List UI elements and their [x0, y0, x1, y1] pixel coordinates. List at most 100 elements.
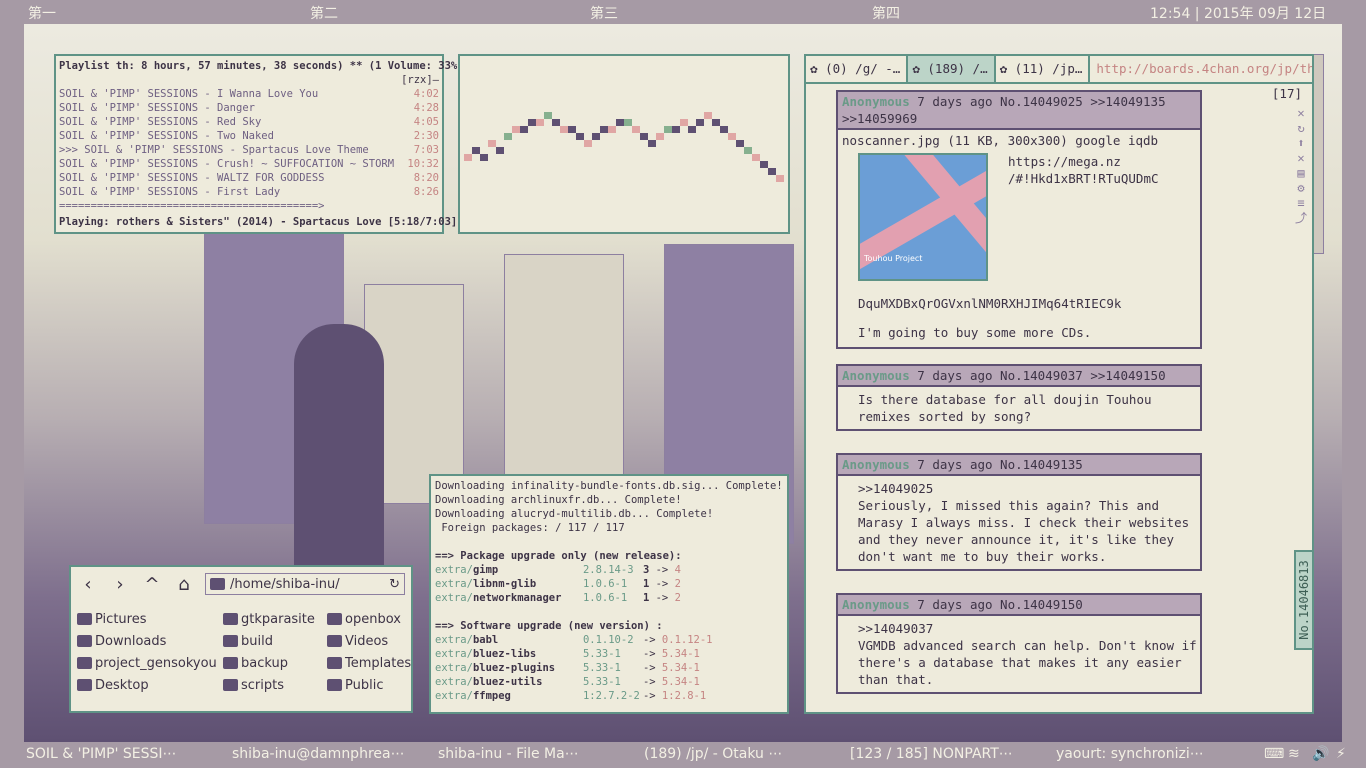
- visualizer-bar: [624, 119, 632, 126]
- arrow: ->: [655, 578, 669, 590]
- new-version: 2: [674, 578, 681, 590]
- old-version: 1.0.6-1: [582, 578, 628, 590]
- folder-item[interactable]: gtkparasite: [223, 609, 315, 629]
- workspace-3[interactable]: 第三: [590, 3, 618, 23]
- playlist-header: Playlist th: 8 hours, 57 minutes, 38 sec…: [59, 60, 458, 72]
- old-version: 1.0.6-1: [582, 592, 628, 604]
- taskbar-item[interactable]: shiba-inu@damnphrea⋯: [232, 746, 405, 762]
- folder-item[interactable]: project_gensokyou: [77, 653, 217, 673]
- folder-item[interactable]: Downloads: [77, 631, 166, 651]
- wifi-icon[interactable]: ≋: [1288, 746, 1300, 762]
- visualizer-bar: [728, 133, 736, 140]
- folder-item[interactable]: build: [223, 631, 273, 651]
- post-meta[interactable]: 7 days ago No.14049025 >>14049135: [917, 94, 1165, 109]
- visualizer-bar: [696, 119, 704, 126]
- folder-icon: [77, 657, 92, 669]
- visualizer-bar: [680, 119, 688, 126]
- track-title: >>> SOIL & 'PIMP' SESSIONS - Spartacus L…: [59, 144, 369, 156]
- visualizer-bar: [552, 119, 560, 126]
- visualizer-bar: [512, 126, 520, 133]
- tab-g[interactable]: ✿ (0) /g/ -…: [806, 56, 909, 82]
- folder-item[interactable]: Desktop: [77, 675, 149, 695]
- playlist-item[interactable]: SOIL & 'PIMP' SESSIONS - Danger 4:28: [59, 101, 439, 115]
- reload-icon[interactable]: ↻: [389, 577, 400, 592]
- playlist-item[interactable]: SOIL & 'PIMP' SESSIONS - Two Naked 2:30: [59, 129, 439, 143]
- forward-icon[interactable]: ›: [109, 574, 131, 595]
- backlink[interactable]: >>14059969: [842, 111, 917, 126]
- visualizer-bar: [632, 126, 640, 133]
- thumbnail-caption: Touhou Project: [864, 254, 923, 263]
- power-icon[interactable]: ⚡: [1336, 746, 1346, 762]
- folder-item[interactable]: Templates: [327, 653, 411, 673]
- folder-icon: [327, 613, 342, 625]
- folder-item[interactable]: Videos: [327, 631, 388, 651]
- folder-item[interactable]: openbox: [327, 609, 401, 629]
- tab-jp[interactable]: ✿ (11) /jp…: [996, 56, 1091, 82]
- home-icon[interactable]: ⌂: [173, 574, 195, 595]
- post-meta[interactable]: 7 days ago No.14049135: [917, 457, 1083, 472]
- repo-name: extra/: [435, 564, 473, 576]
- visualizer-bar: [712, 119, 720, 126]
- taskbar-item[interactable]: SOIL & 'PIMP' SESSI⋯: [26, 746, 177, 762]
- workspace-2[interactable]: 第二: [310, 3, 338, 23]
- new-version: 4: [674, 564, 681, 576]
- music-player-window[interactable]: Playlist th: 8 hours, 57 minutes, 38 sec…: [54, 54, 457, 234]
- workspace-4[interactable]: 第四: [872, 3, 900, 23]
- browser-window[interactable]: ✿ (0) /g/ -… ✿ (189) /… ✿ (11) /jp… http…: [804, 54, 1314, 714]
- thumbnail-image[interactable]: Touhou Project: [858, 153, 988, 281]
- taskbar-item[interactable]: yaourt: synchronizi⋯: [1056, 746, 1204, 762]
- new-version: 2: [674, 592, 681, 604]
- folder-label: backup: [241, 655, 288, 671]
- file-manager-window[interactable]: ‹ › ^ ⌂ /home/shiba-inu/ ↻ Pictures Downlo…: [69, 565, 413, 713]
- track-duration: 2:30: [413, 130, 439, 142]
- visualizer-bar: [656, 133, 664, 140]
- visualizer-bar: [504, 133, 512, 140]
- track-duration: 4:02: [413, 88, 439, 100]
- terminal-window[interactable]: Downloading infinality-bundle-fonts.db.s…: [429, 474, 789, 714]
- old-version: 5.33-1: [582, 648, 621, 660]
- taskbar-item[interactable]: (189) /jp/ - Otaku ⋯: [644, 746, 782, 762]
- folder-item[interactable]: backup: [223, 653, 288, 673]
- playlist-item[interactable]: SOIL & 'PIMP' SESSIONS - First Lady 8:26: [59, 185, 439, 199]
- post-body: >>14049037 VGMDB advanced search can hel…: [858, 621, 1197, 687]
- folder-icon: [223, 657, 238, 669]
- up-icon[interactable]: ^: [141, 574, 163, 595]
- quick-reply-tab[interactable]: No.14046813: [1294, 550, 1314, 650]
- url-bar[interactable]: http://boards.4chan.org/jp/th: [1090, 56, 1312, 82]
- folder-icon: [223, 635, 238, 647]
- track-title: SOIL & 'PIMP' SESSIONS - Red Sky: [59, 116, 262, 128]
- terminal-line: Downloading archlinuxfr.db... Complete!: [435, 494, 682, 506]
- track-duration: 10:32: [407, 158, 439, 170]
- keyboard-icon[interactable]: ⌨: [1264, 746, 1284, 762]
- old-version: 0.1.10-2: [582, 634, 634, 646]
- repo-name: extra/: [435, 578, 473, 590]
- back-icon[interactable]: ‹: [77, 574, 99, 595]
- tab-jp-thread[interactable]: ✿ (189) /…: [908, 56, 996, 82]
- post-meta[interactable]: 7 days ago No.14049150: [917, 597, 1083, 612]
- playlist-item[interactable]: >>> SOIL & 'PIMP' SESSIONS - Spartacus L…: [59, 143, 439, 157]
- workspace-1[interactable]: 第一: [28, 3, 56, 23]
- file-info[interactable]: noscanner.jpg (11 KB, 300x300) google iq…: [838, 130, 1200, 151]
- track-duration: 4:05: [413, 116, 439, 128]
- package-name: ffmpeg: [472, 690, 511, 702]
- repo-name: extra/: [435, 592, 473, 604]
- volume-icon[interactable]: 🔊: [1312, 746, 1329, 762]
- mega-link[interactable]: https://mega.nz /#!Hkd1xBRT!RTuQUDmC: [1008, 153, 1159, 187]
- location-field[interactable]: /home/shiba-inu/ ↻: [205, 573, 405, 595]
- taskbar: SOIL & 'PIMP' SESSI⋯ shiba-inu@damnphrea⋯…: [0, 742, 1366, 768]
- playlist-item[interactable]: SOIL & 'PIMP' SESSIONS - I Wanna Love Yo…: [59, 87, 439, 101]
- folder-item[interactable]: Pictures: [77, 609, 146, 629]
- taskbar-item[interactable]: shiba-inu - File Ma⋯: [438, 746, 579, 762]
- thread-toolbar[interactable]: ✕ ↻ ⬆ ✕ ▤ ⚙ ≡ ⤴: [1294, 106, 1308, 226]
- folder-item[interactable]: Public: [327, 675, 383, 695]
- playlist-item[interactable]: SOIL & 'PIMP' SESSIONS - Red Sky 4:05: [59, 115, 439, 129]
- playlist-item[interactable]: SOIL & 'PIMP' SESSIONS - Crush! ~ SUFFOC…: [59, 157, 439, 171]
- package-row: extra/gimp 2.8.14-3 3 -> 4: [435, 563, 783, 577]
- folder-item[interactable]: scripts: [223, 675, 284, 695]
- visualizer-bar: [480, 154, 488, 161]
- taskbar-item[interactable]: [123 / 185] NONPART⋯: [850, 746, 1013, 762]
- folder-icon: [327, 635, 342, 647]
- track-title: SOIL & 'PIMP' SESSIONS - Danger: [59, 102, 255, 114]
- post-meta[interactable]: 7 days ago No.14049037 >>14049150: [917, 368, 1165, 383]
- playlist-item[interactable]: SOIL & 'PIMP' SESSIONS - WALTZ FOR GODDE…: [59, 171, 439, 185]
